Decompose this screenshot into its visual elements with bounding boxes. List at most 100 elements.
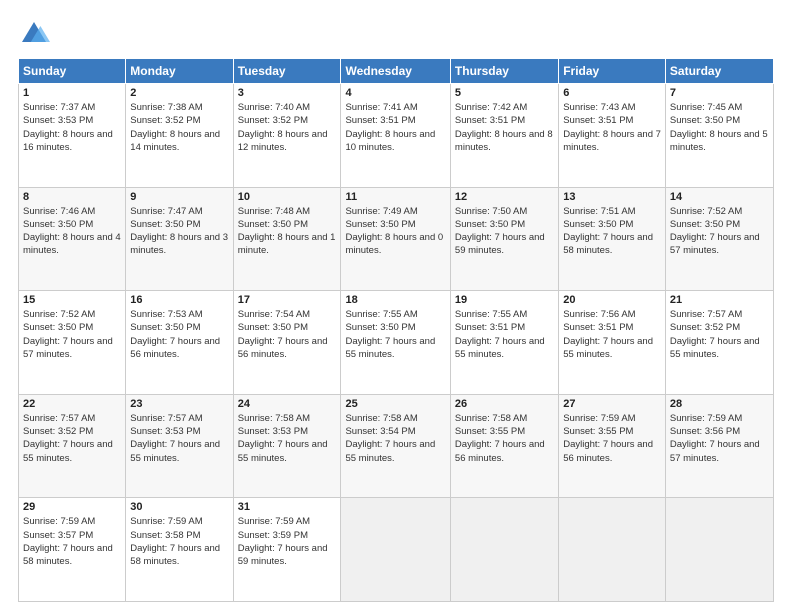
day-number: 15 <box>23 294 121 306</box>
calendar-cell: 12 Sunrise: 7:50 AM Sunset: 3:50 PM Dayl… <box>450 187 558 291</box>
day-number: 26 <box>455 398 554 410</box>
weekday-tuesday: Tuesday <box>233 59 341 84</box>
day-number: 5 <box>455 87 554 99</box>
day-info: Sunrise: 7:57 AM Sunset: 3:52 PM Dayligh… <box>670 308 769 361</box>
calendar-cell <box>450 498 558 602</box>
weekday-wednesday: Wednesday <box>341 59 450 84</box>
weekday-monday: Monday <box>126 59 233 84</box>
day-number: 21 <box>670 294 769 306</box>
calendar-cell: 30 Sunrise: 7:59 AM Sunset: 3:58 PM Dayl… <box>126 498 233 602</box>
calendar-cell: 20 Sunrise: 7:56 AM Sunset: 3:51 PM Dayl… <box>559 291 666 395</box>
calendar-cell: 21 Sunrise: 7:57 AM Sunset: 3:52 PM Dayl… <box>665 291 773 395</box>
day-info: Sunrise: 7:55 AM Sunset: 3:50 PM Dayligh… <box>345 308 445 361</box>
day-info: Sunrise: 7:53 AM Sunset: 3:50 PM Dayligh… <box>130 308 228 361</box>
calendar-cell: 18 Sunrise: 7:55 AM Sunset: 3:50 PM Dayl… <box>341 291 450 395</box>
day-number: 9 <box>130 191 228 203</box>
header <box>18 18 774 50</box>
day-info: Sunrise: 7:40 AM Sunset: 3:52 PM Dayligh… <box>238 101 337 154</box>
day-info: Sunrise: 7:59 AM Sunset: 3:58 PM Dayligh… <box>130 515 228 568</box>
day-number: 13 <box>563 191 661 203</box>
day-info: Sunrise: 7:38 AM Sunset: 3:52 PM Dayligh… <box>130 101 228 154</box>
day-info: Sunrise: 7:45 AM Sunset: 3:50 PM Dayligh… <box>670 101 769 154</box>
day-number: 28 <box>670 398 769 410</box>
day-info: Sunrise: 7:54 AM Sunset: 3:50 PM Dayligh… <box>238 308 337 361</box>
calendar-cell: 27 Sunrise: 7:59 AM Sunset: 3:55 PM Dayl… <box>559 394 666 498</box>
calendar-cell: 2 Sunrise: 7:38 AM Sunset: 3:52 PM Dayli… <box>126 84 233 188</box>
day-number: 30 <box>130 501 228 513</box>
calendar-cell: 28 Sunrise: 7:59 AM Sunset: 3:56 PM Dayl… <box>665 394 773 498</box>
calendar-table: SundayMondayTuesdayWednesdayThursdayFrid… <box>18 58 774 602</box>
day-info: Sunrise: 7:43 AM Sunset: 3:51 PM Dayligh… <box>563 101 661 154</box>
day-number: 17 <box>238 294 337 306</box>
day-number: 11 <box>345 191 445 203</box>
calendar-cell: 16 Sunrise: 7:53 AM Sunset: 3:50 PM Dayl… <box>126 291 233 395</box>
calendar-cell: 4 Sunrise: 7:41 AM Sunset: 3:51 PM Dayli… <box>341 84 450 188</box>
week-row-1: 1 Sunrise: 7:37 AM Sunset: 3:53 PM Dayli… <box>19 84 774 188</box>
logo <box>18 18 54 50</box>
day-number: 10 <box>238 191 337 203</box>
calendar-cell: 10 Sunrise: 7:48 AM Sunset: 3:50 PM Dayl… <box>233 187 341 291</box>
week-row-3: 15 Sunrise: 7:52 AM Sunset: 3:50 PM Dayl… <box>19 291 774 395</box>
weekday-sunday: Sunday <box>19 59 126 84</box>
day-info: Sunrise: 7:48 AM Sunset: 3:50 PM Dayligh… <box>238 205 337 258</box>
day-info: Sunrise: 7:37 AM Sunset: 3:53 PM Dayligh… <box>23 101 121 154</box>
day-info: Sunrise: 7:59 AM Sunset: 3:59 PM Dayligh… <box>238 515 337 568</box>
day-info: Sunrise: 7:42 AM Sunset: 3:51 PM Dayligh… <box>455 101 554 154</box>
day-info: Sunrise: 7:47 AM Sunset: 3:50 PM Dayligh… <box>130 205 228 258</box>
day-info: Sunrise: 7:58 AM Sunset: 3:54 PM Dayligh… <box>345 412 445 465</box>
calendar-cell: 13 Sunrise: 7:51 AM Sunset: 3:50 PM Dayl… <box>559 187 666 291</box>
weekday-saturday: Saturday <box>665 59 773 84</box>
day-number: 23 <box>130 398 228 410</box>
calendar-cell: 29 Sunrise: 7:59 AM Sunset: 3:57 PM Dayl… <box>19 498 126 602</box>
page: SundayMondayTuesdayWednesdayThursdayFrid… <box>0 0 792 612</box>
day-number: 6 <box>563 87 661 99</box>
day-info: Sunrise: 7:57 AM Sunset: 3:52 PM Dayligh… <box>23 412 121 465</box>
calendar-cell: 17 Sunrise: 7:54 AM Sunset: 3:50 PM Dayl… <box>233 291 341 395</box>
calendar-cell <box>341 498 450 602</box>
calendar-cell: 26 Sunrise: 7:58 AM Sunset: 3:55 PM Dayl… <box>450 394 558 498</box>
day-info: Sunrise: 7:50 AM Sunset: 3:50 PM Dayligh… <box>455 205 554 258</box>
calendar-cell: 31 Sunrise: 7:59 AM Sunset: 3:59 PM Dayl… <box>233 498 341 602</box>
day-number: 22 <box>23 398 121 410</box>
day-info: Sunrise: 7:58 AM Sunset: 3:55 PM Dayligh… <box>455 412 554 465</box>
calendar-cell: 23 Sunrise: 7:57 AM Sunset: 3:53 PM Dayl… <box>126 394 233 498</box>
day-number: 7 <box>670 87 769 99</box>
calendar-cell: 11 Sunrise: 7:49 AM Sunset: 3:50 PM Dayl… <box>341 187 450 291</box>
day-info: Sunrise: 7:51 AM Sunset: 3:50 PM Dayligh… <box>563 205 661 258</box>
calendar-cell: 15 Sunrise: 7:52 AM Sunset: 3:50 PM Dayl… <box>19 291 126 395</box>
day-number: 31 <box>238 501 337 513</box>
logo-icon <box>18 18 50 50</box>
day-info: Sunrise: 7:55 AM Sunset: 3:51 PM Dayligh… <box>455 308 554 361</box>
day-number: 14 <box>670 191 769 203</box>
day-number: 8 <box>23 191 121 203</box>
calendar-cell: 5 Sunrise: 7:42 AM Sunset: 3:51 PM Dayli… <box>450 84 558 188</box>
weekday-thursday: Thursday <box>450 59 558 84</box>
day-number: 18 <box>345 294 445 306</box>
calendar-cell: 3 Sunrise: 7:40 AM Sunset: 3:52 PM Dayli… <box>233 84 341 188</box>
day-number: 12 <box>455 191 554 203</box>
calendar-cell: 14 Sunrise: 7:52 AM Sunset: 3:50 PM Dayl… <box>665 187 773 291</box>
calendar-cell: 9 Sunrise: 7:47 AM Sunset: 3:50 PM Dayli… <box>126 187 233 291</box>
day-info: Sunrise: 7:59 AM Sunset: 3:56 PM Dayligh… <box>670 412 769 465</box>
calendar-body: 1 Sunrise: 7:37 AM Sunset: 3:53 PM Dayli… <box>19 84 774 602</box>
calendar-cell: 19 Sunrise: 7:55 AM Sunset: 3:51 PM Dayl… <box>450 291 558 395</box>
week-row-2: 8 Sunrise: 7:46 AM Sunset: 3:50 PM Dayli… <box>19 187 774 291</box>
day-number: 2 <box>130 87 228 99</box>
calendar-cell: 1 Sunrise: 7:37 AM Sunset: 3:53 PM Dayli… <box>19 84 126 188</box>
calendar-cell: 22 Sunrise: 7:57 AM Sunset: 3:52 PM Dayl… <box>19 394 126 498</box>
day-number: 20 <box>563 294 661 306</box>
calendar-cell: 7 Sunrise: 7:45 AM Sunset: 3:50 PM Dayli… <box>665 84 773 188</box>
day-info: Sunrise: 7:41 AM Sunset: 3:51 PM Dayligh… <box>345 101 445 154</box>
day-info: Sunrise: 7:59 AM Sunset: 3:57 PM Dayligh… <box>23 515 121 568</box>
day-number: 3 <box>238 87 337 99</box>
weekday-header-row: SundayMondayTuesdayWednesdayThursdayFrid… <box>19 59 774 84</box>
day-number: 1 <box>23 87 121 99</box>
weekday-friday: Friday <box>559 59 666 84</box>
day-number: 24 <box>238 398 337 410</box>
day-number: 25 <box>345 398 445 410</box>
calendar-cell: 24 Sunrise: 7:58 AM Sunset: 3:53 PM Dayl… <box>233 394 341 498</box>
day-info: Sunrise: 7:59 AM Sunset: 3:55 PM Dayligh… <box>563 412 661 465</box>
calendar-cell: 6 Sunrise: 7:43 AM Sunset: 3:51 PM Dayli… <box>559 84 666 188</box>
day-number: 27 <box>563 398 661 410</box>
week-row-5: 29 Sunrise: 7:59 AM Sunset: 3:57 PM Dayl… <box>19 498 774 602</box>
